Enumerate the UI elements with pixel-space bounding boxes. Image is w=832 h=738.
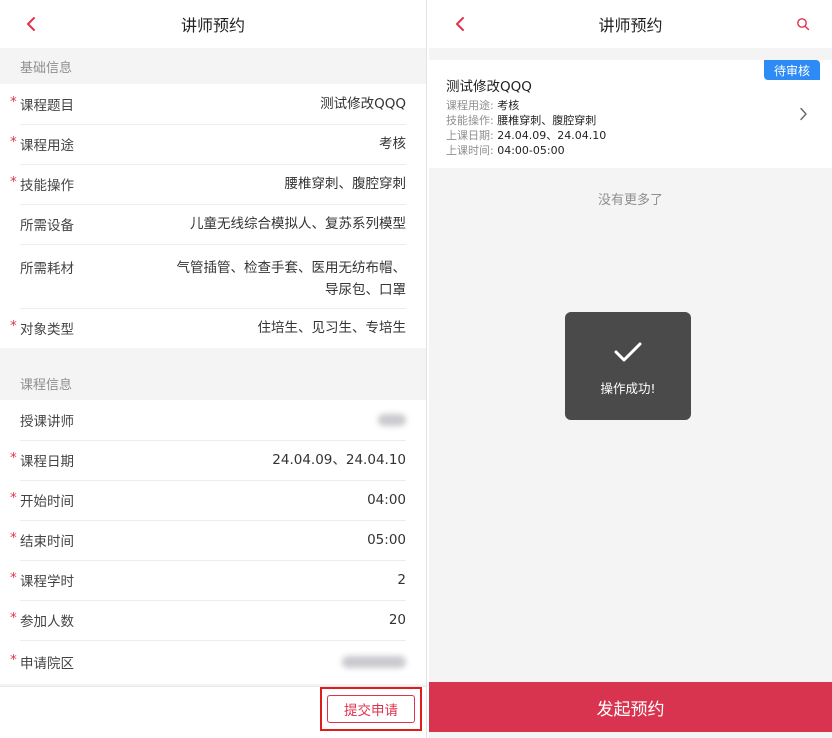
chevron-left-icon (456, 17, 464, 31)
card-line: 课程用途: 考核 (446, 99, 520, 112)
section-header-basic: 基础信息 (0, 48, 426, 84)
required-mark: * (10, 530, 17, 546)
required-mark: * (10, 490, 17, 506)
search-button[interactable] (792, 13, 814, 35)
status-badge: 待审核 (763, 60, 820, 80)
value-line: 气管插管、检查手套、医用无纺布帽、 (176, 260, 407, 276)
row-label: 所需耗材 (20, 261, 74, 277)
required-mark: * (10, 134, 17, 150)
row-label: 参加人数 (20, 614, 74, 630)
submit-button[interactable]: 提交申请 (327, 695, 415, 723)
row-label: 结束时间 (20, 534, 74, 550)
form-row-course-title[interactable]: * 课程题目 测试修改QQQ (0, 84, 426, 124)
card-line: 上课日期: 24.04.09、24.04.10 (446, 129, 607, 142)
row-label: 对象类型 (20, 322, 74, 338)
row-label: 开始时间 (20, 494, 74, 510)
row-label: 课程题目 (20, 98, 74, 114)
row-label: 课程日期 (20, 454, 74, 470)
form-row-course-purpose[interactable]: * 课程用途 考核 (0, 124, 426, 164)
row-value: 2 (397, 572, 406, 588)
required-mark: * (10, 318, 17, 334)
navbar: 讲师预约 (429, 0, 832, 48)
form-row-participants[interactable]: * 参加人数 20 (0, 600, 426, 640)
page-title: 讲师预约 (180, 16, 245, 35)
section-header-course: 课程信息 (0, 348, 426, 400)
required-mark: * (10, 570, 17, 586)
footer-bar: 提交申请 (0, 686, 426, 738)
start-booking-button[interactable]: 发起预约 (429, 682, 832, 732)
form-row-skill[interactable]: * 技能操作 腰椎穿刺、腹腔穿刺 (0, 164, 426, 204)
chevron-left-icon (27, 17, 35, 31)
course-info-group: 授课讲师 * 课程日期 24.04.09、24.04.10 * 开始时间 04:00… (0, 400, 426, 684)
form-row-target-type[interactable]: * 对象类型 住培生、见习生、专培生 (0, 308, 426, 348)
row-value: 考核 (379, 136, 406, 152)
navbar: 讲师预约 (0, 0, 426, 48)
row-label: 申请院区 (20, 656, 74, 672)
form-row-consumables[interactable]: 所需耗材 气管插管、检查手套、医用无纺布帽、 导尿包、口罩 (0, 244, 426, 308)
redacted-value (378, 414, 406, 426)
form-row-campus[interactable]: * 申请院区 (0, 640, 426, 684)
row-value: 气管插管、检查手套、医用无纺布帽、 导尿包、口罩 (120, 257, 407, 301)
required-mark: * (10, 652, 17, 668)
chevron-right-icon (799, 107, 807, 121)
required-mark: * (10, 94, 17, 110)
row-value (120, 409, 406, 431)
required-mark: * (10, 450, 17, 466)
row-value: 24.04.09、24.04.10 (272, 452, 406, 468)
list-end-text: 没有更多了 (597, 193, 663, 208)
booking-card[interactable]: 测试修改QQQ 待审核 课程用途: 考核 技能操作: 腰椎穿刺、腹腔穿刺 上课日… (429, 60, 832, 168)
list-panel: 讲师预约 测试修改QQQ 待审核 课程用途: 考核 技能操作: 腰椎穿刺、腹腔穿… (429, 0, 832, 738)
row-label: 技能操作 (20, 178, 74, 194)
redacted-value (342, 656, 406, 668)
form-row-start-time[interactable]: * 开始时间 04:00 (0, 480, 426, 520)
highlight-box: 提交申请 (320, 687, 422, 731)
card-line: 技能操作: 腰椎穿刺、腹腔穿刺 (446, 114, 597, 127)
page-title: 讲师预约 (598, 16, 663, 35)
form-row-equipment[interactable]: 所需设备 儿童无线综合模拟人、复苏系列模型 (0, 204, 426, 244)
search-icon (797, 18, 810, 31)
row-label: 课程用途 (20, 138, 74, 154)
card-open-button[interactable] (796, 106, 810, 122)
basic-info-group: * 课程题目 测试修改QQQ * 课程用途 考核 * 技能操作 腰椎穿刺、腹腔穿刺 所… (0, 84, 426, 348)
required-mark: * (10, 174, 17, 190)
row-value: 04:00 (367, 492, 406, 508)
form-row-lecturer[interactable]: 授课讲师 (0, 400, 426, 440)
card-line: 上课时间: 04:00-05:00 (446, 144, 565, 157)
back-button[interactable] (20, 13, 42, 35)
row-label: 所需设备 (20, 218, 74, 234)
row-value (120, 651, 406, 673)
form-row-course-date[interactable]: * 课程日期 24.04.09、24.04.10 (0, 440, 426, 480)
row-value: 儿童无线综合模拟人、复苏系列模型 (190, 216, 406, 232)
success-toast: 操作成功! (565, 312, 691, 420)
card-details: 课程用途: 考核 技能操作: 腰椎穿刺、腹腔穿刺 上课日期: 24.04.09、… (446, 98, 606, 158)
toast-message: 操作成功! (600, 381, 656, 396)
form-row-credit-hours[interactable]: * 课程学时 2 (0, 560, 426, 600)
card-title: 测试修改QQQ (446, 79, 532, 95)
form-row-end-time[interactable]: * 结束时间 05:00 (0, 520, 426, 560)
row-value: 腰椎穿刺、腹腔穿刺 (284, 176, 407, 192)
row-value: 测试修改QQQ (320, 96, 406, 112)
row-value: 05:00 (367, 532, 406, 548)
form-panel: 讲师预约 基础信息 * 课程题目 测试修改QQQ * 课程用途 考核 * 技能操作 腰… (0, 0, 427, 738)
row-label: 授课讲师 (20, 414, 74, 430)
value-line: 导尿包、口罩 (325, 282, 406, 298)
row-value: 20 (388, 612, 406, 628)
row-label: 课程学时 (20, 574, 74, 590)
back-button[interactable] (449, 13, 471, 35)
required-mark: * (10, 610, 17, 626)
row-value: 住培生、见习生、专培生 (257, 320, 407, 336)
checkmark-icon (614, 342, 642, 362)
